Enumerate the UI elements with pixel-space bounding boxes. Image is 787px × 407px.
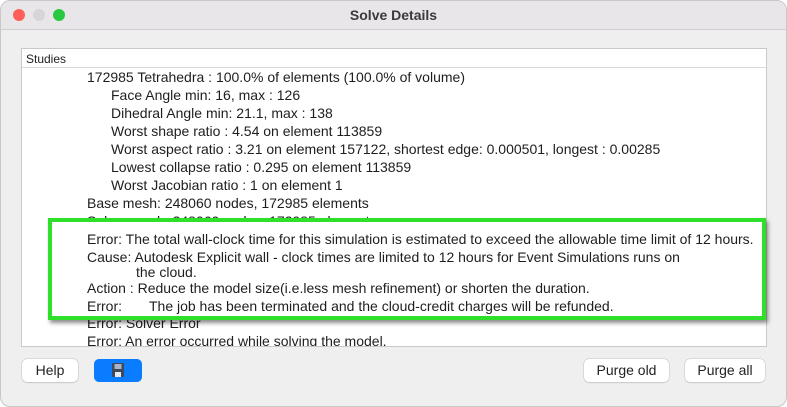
log-line: Face Angle min: 16, max : 126 <box>111 87 301 103</box>
log-line: Base mesh: 248060 nodes, 172985 elements <box>87 195 369 211</box>
save-button[interactable] <box>94 359 142 382</box>
error-line: Error: The total wall-clock time for thi… <box>87 231 754 247</box>
help-button[interactable]: Help <box>22 359 78 382</box>
error-highlight-box: Error: The total wall-clock time for thi… <box>48 218 766 320</box>
log-line: Dihedral Angle min: 21.1, max : 138 <box>111 105 333 121</box>
log-line: Worst shape ratio : 4.54 on element 1138… <box>111 123 383 139</box>
log-line: Lowest collapse ratio : 0.295 on element… <box>111 159 412 175</box>
solve-details-window: Solve Details Studies 172985 Tetrahedra … <box>0 0 787 407</box>
purge-all-button[interactable]: Purge all <box>685 359 765 382</box>
log-line: 172985 Tetrahedra : 100.0% of elements (… <box>87 69 465 85</box>
floppy-disk-icon <box>112 363 124 377</box>
studies-header: Studies <box>22 49 766 68</box>
log-line: Worst Jacobian ratio : 1 on element 1 <box>111 177 343 193</box>
log-line: Worst aspect ratio : 3.21 on element 157… <box>111 141 661 157</box>
log-line: Error: An error occurred while solving t… <box>87 333 387 347</box>
title-bar: Solve Details <box>1 1 786 30</box>
purge-old-button[interactable]: Purge old <box>584 359 669 382</box>
action-line: Action : Reduce the model size(i.e.less … <box>87 280 590 296</box>
error-line: Error: The job has been terminated and t… <box>87 298 614 314</box>
window-title: Solve Details <box>349 7 438 23</box>
